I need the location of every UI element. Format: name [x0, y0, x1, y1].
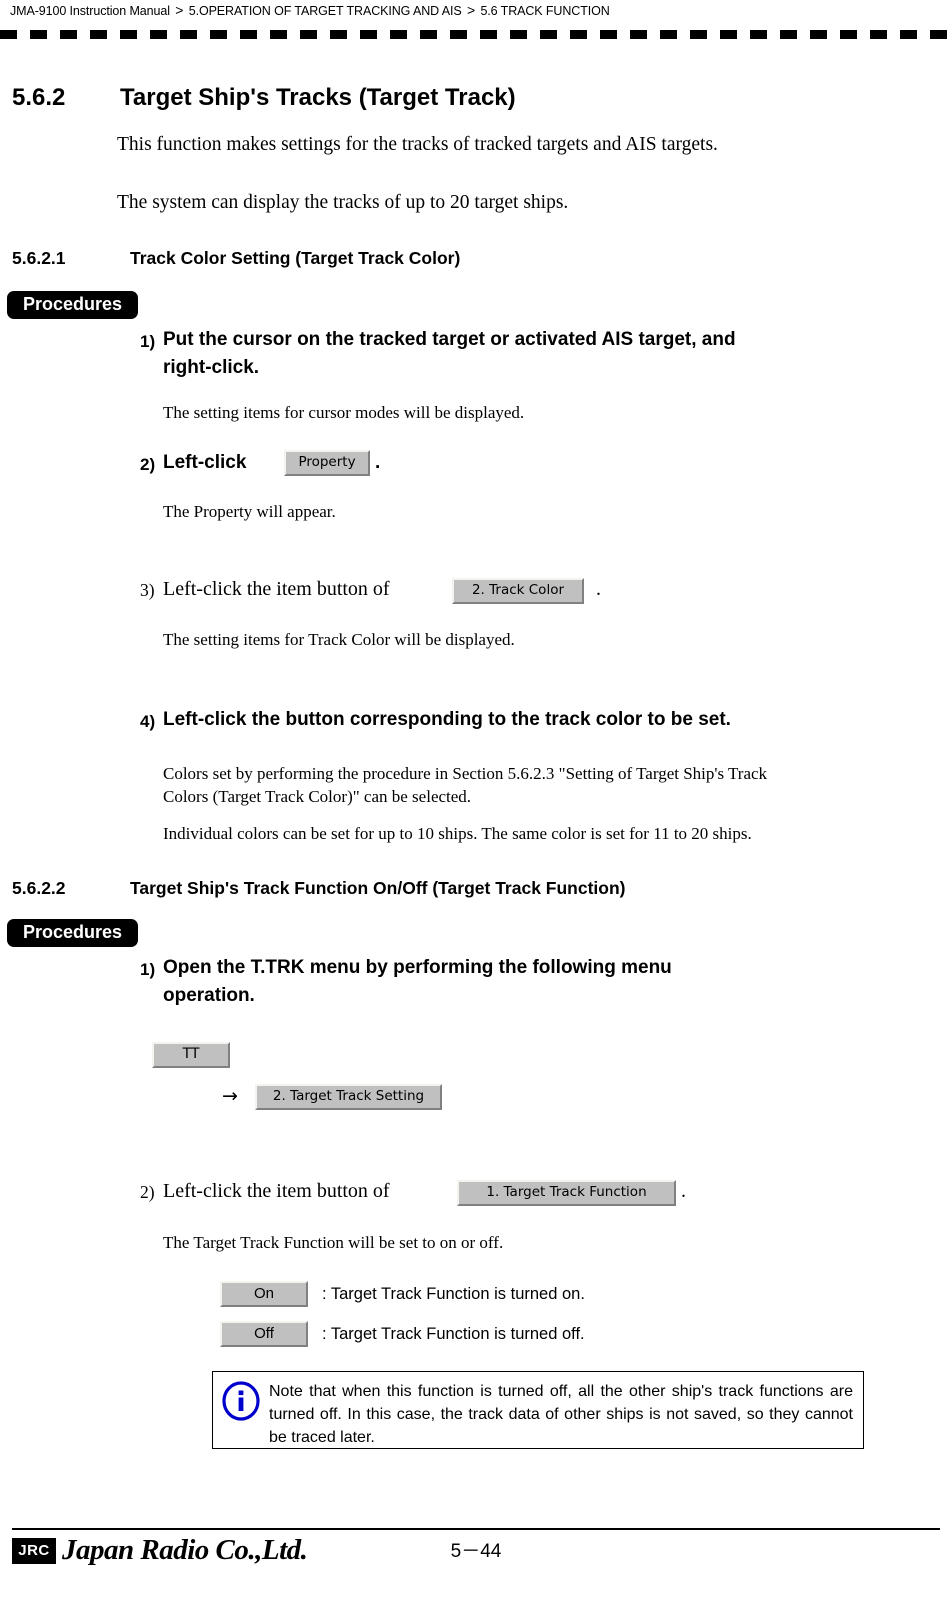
menu-arrow-icon: →	[222, 1085, 238, 1107]
track-color-button[interactable]: 2. Track Color	[452, 578, 584, 604]
procedures-badge-5621: Procedures	[7, 291, 139, 319]
header-dashed-rule	[0, 30, 952, 39]
section-5622-number: 5.6.2.2	[12, 878, 66, 898]
section-562-title: Target Ship's Tracks (Target Track)	[120, 84, 516, 111]
breadcrumb: JMA-9100 Instruction Manual > 5.OPERATIO…	[10, 2, 610, 19]
step-2-result: The Property will appear.	[163, 502, 336, 521]
step-4-result-line2: Colors (Target Track Color)" can be sele…	[163, 787, 472, 806]
step-5622-1-text-line1: Open the T.TRK menu by performing the fo…	[163, 957, 672, 978]
step-3-result: The setting items for Track Color will b…	[163, 630, 515, 649]
on-button[interactable]: On	[220, 1281, 308, 1307]
step-number-1: 1)	[140, 332, 156, 351]
section-5622-title: Target Ship's Track Function On/Off (Tar…	[130, 878, 626, 898]
step-number-4: 4)	[140, 712, 156, 731]
off-button-description: : Target Track Function is turned off.	[322, 1325, 585, 1343]
step-5622-1-text-line2: operation.	[163, 985, 255, 1006]
target-track-function-button[interactable]: 1. Target Track Function	[457, 1180, 676, 1206]
off-button[interactable]: Off	[220, 1321, 308, 1347]
info-icon	[213, 1372, 269, 1421]
step-5622-number-2: 2)	[140, 1182, 155, 1202]
note-text: Note that when this function is turned o…	[269, 1383, 853, 1446]
step-number-2: 2)	[140, 455, 156, 474]
tt-menu-button[interactable]: TT	[152, 1042, 230, 1068]
procedures-badge-5622: Procedures	[7, 919, 139, 947]
step-5622-2-lead: Left-click the item button of	[163, 1180, 390, 1202]
step-4-result-line1: Colors set by performing the procedure i…	[163, 764, 768, 783]
section-562-intro-1: This function makes settings for the tra…	[117, 134, 718, 155]
step-5622-number-1: 1)	[140, 960, 156, 979]
section-5621-title: Track Color Setting (Target Track Color)	[130, 248, 461, 268]
step-4-text-line1: Left-click the button corresponding to t…	[163, 709, 731, 730]
breadcrumb-section: 5.6 TRACK FUNCTION	[480, 4, 610, 18]
page-number: 5－44	[450, 1541, 502, 1562]
step-4-result-line3: Individual colors can be set for up to 1…	[163, 824, 752, 843]
on-button-description: : Target Track Function is turned on.	[322, 1285, 585, 1303]
breadcrumb-manual: JMA-9100 Instruction Manual	[10, 4, 170, 18]
section-562-intro-2: The system can display the tracks of up …	[117, 192, 569, 213]
step-3-lead: Left-click the item button of	[163, 578, 390, 600]
breadcrumb-separator-2: >	[466, 2, 476, 18]
step-number-3: 3)	[140, 580, 155, 600]
property-button[interactable]: Property	[284, 450, 370, 476]
footer-rule	[12, 1528, 940, 1530]
breadcrumb-chapter: 5.OPERATION OF TARGET TRACKING AND AIS	[188, 4, 462, 18]
step-2-trail: .	[375, 452, 381, 473]
step-3-trail: .	[596, 578, 601, 600]
step-5622-2-trail: .	[681, 1180, 686, 1202]
step-5622-2-result: The Target Track Function will be set to…	[163, 1233, 504, 1252]
step-1-result: The setting items for cursor modes will …	[163, 403, 525, 422]
step-2-lead: Left-click	[163, 452, 247, 473]
note-box: Note that when this function is turned o…	[212, 1371, 864, 1449]
step-1-text-line2: right-click.	[163, 357, 260, 378]
section-562-number: 5.6.2	[12, 84, 66, 111]
section-5621-number: 5.6.2.1	[12, 248, 66, 268]
breadcrumb-separator-1: >	[175, 2, 184, 18]
step-1-text-line1: Put the cursor on the tracked target or …	[163, 329, 736, 350]
target-track-setting-button[interactable]: 2. Target Track Setting	[255, 1084, 442, 1110]
